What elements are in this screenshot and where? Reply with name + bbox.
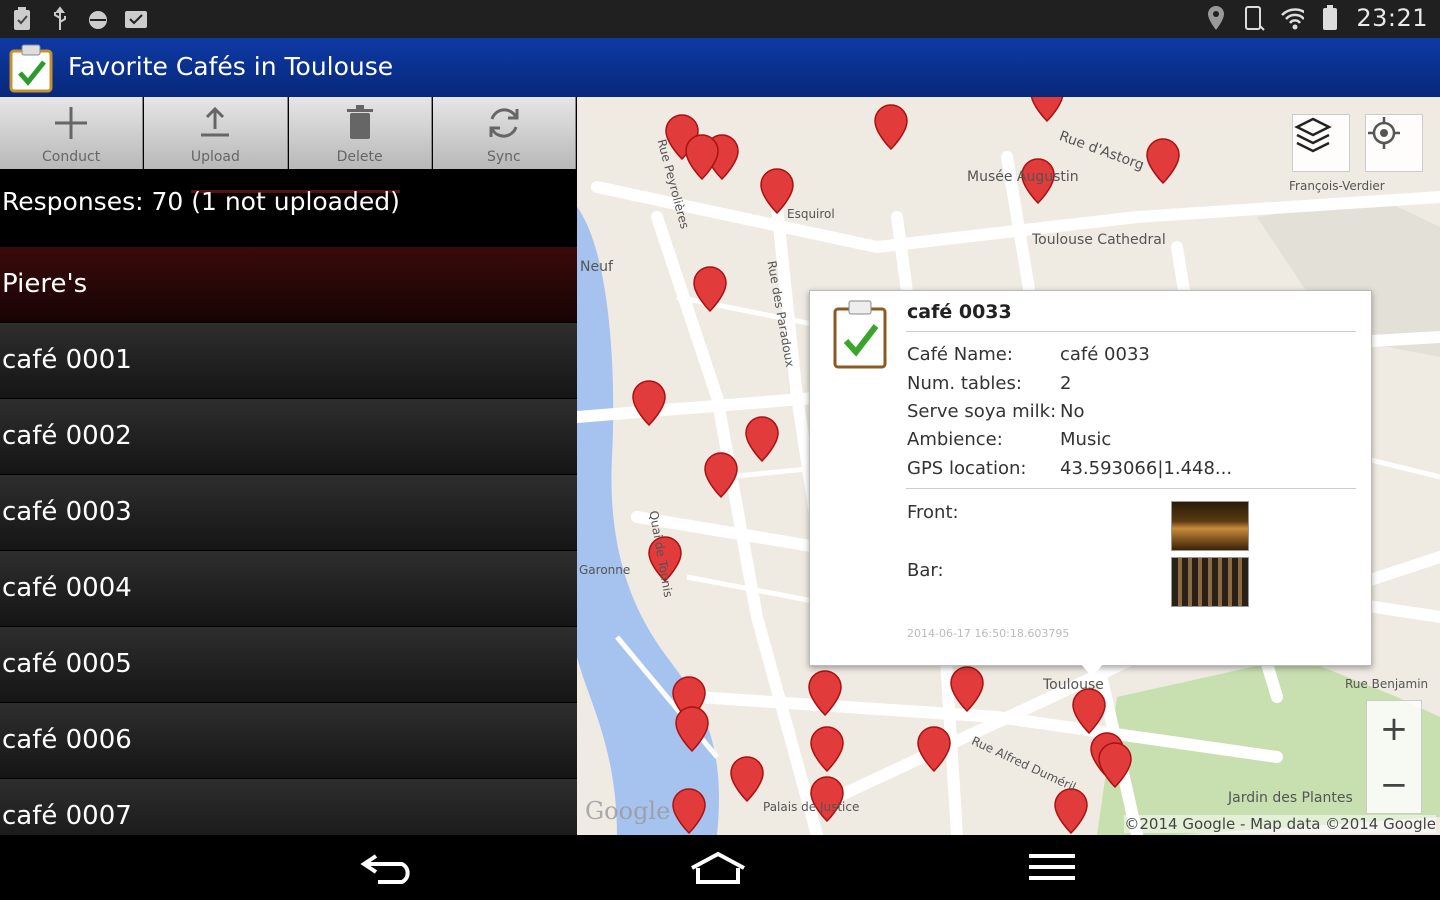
zoom-controls: + − bbox=[1366, 700, 1422, 814]
menu-button[interactable] bbox=[1022, 847, 1082, 887]
app-title: Favorite Cafés in Toulouse bbox=[68, 52, 394, 81]
popup-title: café 0033 bbox=[907, 301, 1012, 323]
field-label: Num. tables: bbox=[907, 373, 1022, 394]
field-value: café 0033 bbox=[1060, 344, 1150, 365]
list-item-label: café 0001 bbox=[2, 345, 132, 375]
responses-list: Piere's café 0001 café 0002 café 0003 ca… bbox=[0, 247, 577, 835]
field-label: GPS location: bbox=[907, 458, 1027, 479]
list-item-label: café 0006 bbox=[2, 725, 132, 755]
field-value: Music bbox=[1060, 429, 1112, 450]
list-item[interactable]: café 0006 bbox=[0, 703, 577, 779]
list-item[interactable]: café 0003 bbox=[0, 475, 577, 551]
bar-photo-thumbnail[interactable] bbox=[1171, 557, 1249, 607]
front-photo-thumbnail[interactable] bbox=[1171, 501, 1249, 551]
notification-app-icon bbox=[10, 6, 34, 32]
list-item-label: café 0007 bbox=[2, 801, 132, 831]
home-icon bbox=[691, 851, 745, 884]
field-value: 2 bbox=[1060, 373, 1072, 394]
photo-label-bar: Bar: bbox=[907, 560, 944, 581]
menu-icon bbox=[1029, 854, 1075, 880]
zoom-in-button[interactable]: + bbox=[1367, 701, 1421, 757]
responses-panel: Conduct Upload Delete Sync Responses: 70… bbox=[0, 97, 577, 835]
field-value: No bbox=[1060, 401, 1085, 422]
list-item-label: café 0003 bbox=[2, 497, 132, 527]
responses-summary: Responses: 70 (1 not uploaded) bbox=[0, 169, 577, 247]
task-done-icon bbox=[124, 6, 148, 32]
sync-button[interactable]: Sync bbox=[432, 97, 576, 169]
list-item[interactable]: Piere's bbox=[0, 247, 577, 323]
map-label: Esquirol bbox=[787, 207, 835, 221]
clipboard-check-icon bbox=[832, 299, 888, 375]
back-arrow-icon bbox=[360, 854, 410, 884]
list-item[interactable]: café 0007 bbox=[0, 779, 577, 835]
delete-label: Delete bbox=[336, 149, 383, 165]
battery-icon bbox=[1318, 5, 1342, 31]
photo-label-front: Front: bbox=[907, 502, 959, 523]
sync-icon bbox=[489, 108, 519, 138]
list-item[interactable]: café 0004 bbox=[0, 551, 577, 627]
my-location-button[interactable] bbox=[1365, 114, 1423, 172]
list-item-label: café 0004 bbox=[2, 573, 132, 603]
map-label: Toulouse bbox=[1043, 677, 1104, 693]
clipboard-check-icon bbox=[8, 43, 54, 93]
list-item-label: café 0005 bbox=[2, 649, 132, 679]
wifi-icon bbox=[1280, 5, 1305, 31]
delete-button[interactable]: Delete bbox=[288, 97, 432, 169]
popup-pointer bbox=[1080, 663, 1104, 677]
divider bbox=[906, 488, 1356, 489]
zoom-out-button[interactable]: − bbox=[1367, 757, 1421, 813]
toolbar: Conduct Upload Delete Sync bbox=[0, 97, 577, 169]
home-button[interactable] bbox=[688, 847, 748, 887]
map-label: Rue Benjamin bbox=[1345, 677, 1429, 691]
map-label: Garonne bbox=[579, 563, 631, 577]
location-icon bbox=[1204, 5, 1228, 31]
response-popup[interactable]: café 0033 Café Name: café 0033 Num. tabl… bbox=[809, 290, 1372, 677]
list-item-label: Piere's bbox=[2, 269, 88, 299]
pending-upload-label: (1 not uploaded) bbox=[191, 187, 400, 216]
map-copyright: ©2014 Google - Map data ©2014 Google bbox=[1124, 815, 1436, 833]
sync-label: Sync bbox=[487, 149, 521, 165]
plus-icon bbox=[55, 107, 88, 139]
layers-icon bbox=[1294, 117, 1332, 153]
layers-button[interactable] bbox=[1292, 114, 1350, 172]
map-label: Toulouse Cathedral bbox=[1032, 232, 1166, 248]
android-debug-icon bbox=[86, 6, 110, 32]
rotate-phone-icon bbox=[1242, 5, 1266, 31]
app-bar: Favorite Cafés in Toulouse bbox=[0, 38, 1440, 98]
timestamp: 2014-06-17 16:50:18.603795 bbox=[907, 627, 1070, 640]
responses-count: Responses: 70 bbox=[2, 187, 184, 216]
map-label: Musée Augustin bbox=[967, 169, 1079, 185]
crosshair-icon bbox=[1368, 117, 1400, 149]
usb-icon bbox=[48, 6, 72, 32]
map-label: Palais de Justice bbox=[763, 800, 860, 814]
google-logo: Google bbox=[585, 797, 671, 825]
field-value: 43.593066|1.448... bbox=[1060, 458, 1233, 479]
back-button[interactable] bbox=[358, 847, 418, 887]
field-label: Ambience: bbox=[907, 429, 1003, 450]
field-label: Café Name: bbox=[907, 344, 1013, 365]
system-nav-bar bbox=[0, 835, 1440, 900]
map-label: Jardin des Plantes bbox=[1228, 790, 1353, 806]
clock: 23:21 bbox=[1356, 4, 1428, 32]
divider bbox=[906, 331, 1356, 332]
upload-label: Upload bbox=[190, 149, 240, 165]
upload-button[interactable]: Upload bbox=[144, 97, 288, 169]
list-item-label: café 0002 bbox=[2, 421, 132, 451]
map-label: François-Verdier bbox=[1289, 179, 1385, 193]
map-label: Neuf bbox=[580, 259, 613, 275]
field-label: Serve soya milk: bbox=[907, 401, 1057, 422]
list-item[interactable]: café 0005 bbox=[0, 627, 577, 703]
conduct-label: Conduct bbox=[42, 149, 101, 165]
upload-icon bbox=[201, 106, 230, 137]
conduct-button[interactable]: Conduct bbox=[0, 97, 144, 169]
status-bar: 23:21 bbox=[0, 0, 1440, 38]
trash-icon bbox=[346, 105, 373, 139]
list-item[interactable]: café 0001 bbox=[0, 323, 577, 399]
list-item[interactable]: café 0002 bbox=[0, 399, 577, 475]
